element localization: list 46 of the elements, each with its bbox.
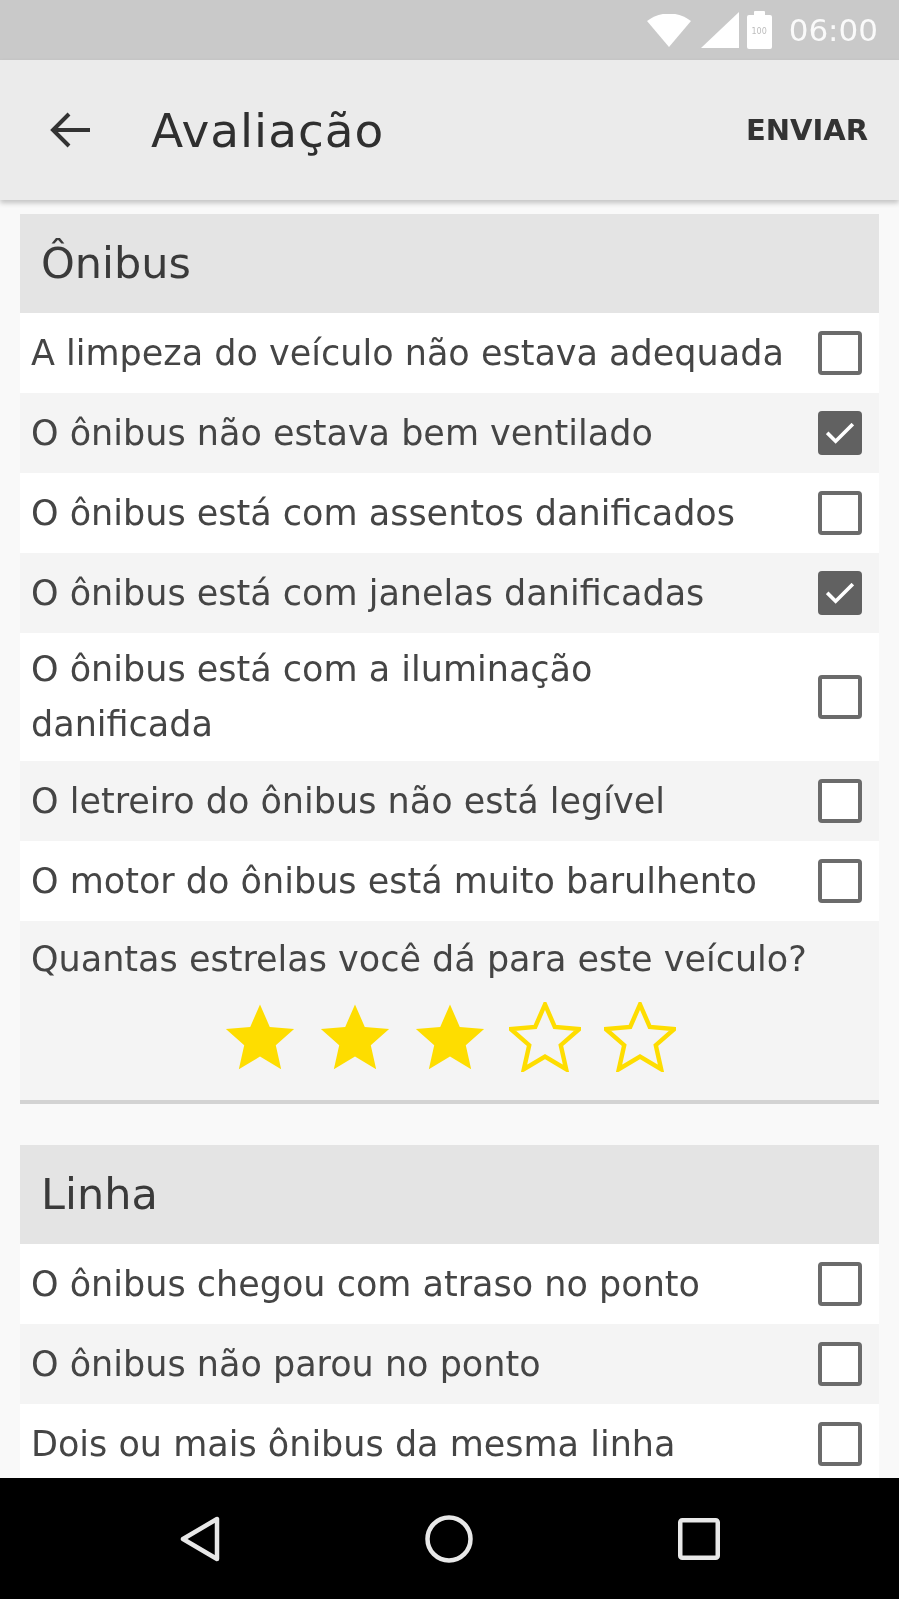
checkbox[interactable] (818, 1262, 862, 1306)
option-label: A limpeza do veículo não estava adequada (31, 331, 784, 375)
check-icon (826, 422, 854, 444)
option-label: O ônibus está com a iluminação danificada (31, 648, 594, 746)
checkbox[interactable] (818, 571, 862, 615)
section-title: Linha (41, 1173, 158, 1216)
checkbox[interactable] (818, 331, 862, 375)
option-row[interactable]: O ônibus está com janelas danificadas (20, 553, 879, 633)
option-row[interactable]: O ônibus está com a iluminação danificada (20, 633, 879, 761)
option-row[interactable]: O ônibus chegou com atraso no ponto (20, 1244, 879, 1324)
send-button[interactable]: ENVIAR (745, 105, 868, 155)
rating-question: Quantas estrelas você dá para este veículo? (31, 938, 808, 981)
option-label: O ônibus está com janelas danificadas (31, 571, 705, 615)
checkbox[interactable] (818, 1342, 862, 1386)
checkbox[interactable] (818, 491, 862, 535)
option-label: O letreiro do ônibus não está legível (31, 779, 665, 823)
option-row[interactable]: O ônibus não parou no ponto (20, 1324, 879, 1404)
option-row[interactable]: Dois ou mais ônibus da mesma linha (20, 1404, 879, 1478)
back-icon[interactable] (179, 1515, 220, 1562)
option-label: O ônibus não parou no ponto (31, 1342, 541, 1386)
option-row[interactable]: O ônibus não estava bem ventilado (20, 393, 879, 473)
checkbox[interactable] (818, 675, 862, 719)
option-row[interactable]: A limpeza do veículo não estava adequada (20, 313, 879, 393)
checkbox[interactable] (818, 779, 862, 823)
home-icon[interactable] (424, 1514, 473, 1563)
option-row[interactable]: O ônibus está com assentos danificados (20, 473, 879, 553)
option-label: O motor do ônibus está muito barulhento (31, 859, 757, 903)
recents-icon[interactable] (677, 1517, 720, 1560)
option-row[interactable]: O letreiro do ônibus não está legível (20, 761, 879, 841)
option-row[interactable]: O motor do ônibus está muito barulhento (20, 841, 879, 921)
signal-icon (700, 12, 739, 48)
star-icon[interactable] (508, 1002, 581, 1072)
option-label: O ônibus não estava bem ventilado (31, 411, 653, 455)
wifi-icon (646, 13, 691, 47)
checkbox[interactable] (818, 411, 862, 455)
checkbox[interactable] (818, 859, 862, 903)
option-label: Dois ou mais ônibus da mesma linha (31, 1422, 676, 1466)
checkbox[interactable] (818, 1422, 862, 1466)
battery-level-text: 100 (751, 28, 767, 36)
option-label: O ônibus chegou com atraso no ponto (31, 1262, 700, 1306)
star-rating[interactable] (223, 1002, 676, 1072)
screen-title: Avaliação (151, 106, 385, 154)
star-icon[interactable] (603, 1002, 676, 1072)
back-arrow-icon[interactable] (50, 112, 90, 148)
option-label: O ônibus está com assentos danificados (31, 491, 735, 535)
check-icon (826, 582, 854, 604)
